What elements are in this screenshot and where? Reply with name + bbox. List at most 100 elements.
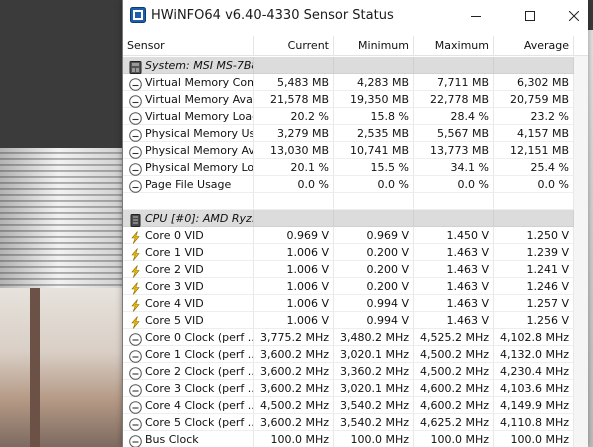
sensor-row[interactable]: Core 2 VID 1.006 V 0.200 V 1.463 V 1.241 V (123, 261, 588, 278)
sensor-row[interactable]: Core 1 VID 1.006 V 0.200 V 1.463 V 1.239 V (123, 244, 588, 261)
cell-maximum: 28.4 % (414, 108, 494, 125)
cell-minimum: 0.200 V (334, 244, 414, 261)
spacer-row (123, 193, 588, 210)
cell-name: Virtual Memory Com... (123, 74, 254, 91)
lightning-icon (129, 246, 142, 261)
cell-maximum: 1.463 V (414, 312, 494, 329)
cell-maximum: 34.1 % (414, 159, 494, 176)
cell-minimum: 2,535 MB (334, 125, 414, 142)
sensor-row[interactable]: Virtual Memory Com...5,483 MB4,283 MB7,7… (123, 74, 588, 91)
sensor-row[interactable]: Core 2 Clock (perf ... 3,600.2 MHz 3,360.2… (123, 363, 588, 380)
maximize-icon (525, 11, 535, 21)
cell-maximum: 4,500.2 MHz (414, 346, 494, 363)
motherboard-icon (129, 59, 142, 74)
cell-name: Physical Memory Av... (123, 142, 254, 159)
clock-gauge-icon (129, 433, 142, 447)
cell-current: 1.006 V (254, 295, 334, 312)
cell-average: 1.257 V (494, 295, 574, 312)
sensor-row[interactable]: Physical Memory Load20.1 %15.5 %34.1 %25… (123, 159, 588, 176)
column-header-maximum[interactable]: Maximum (414, 36, 494, 56)
cell-name: Core 4 VID (123, 295, 254, 312)
cell-average: 4,103.6 MHz (494, 380, 574, 397)
cell-name: System: MSI MS-7B89 (123, 57, 254, 74)
minimize-button[interactable] (453, 0, 499, 32)
cell-minimum: 10,741 MB (334, 142, 414, 159)
sensor-row[interactable]: Core 4 VID 1.006 V 0.994 V 1.463 V 1.257 V (123, 295, 588, 312)
memory-gauge-icon (129, 93, 142, 108)
maximize-button[interactable] (507, 0, 553, 32)
cell-average: 1.241 V (494, 261, 574, 278)
cell-minimum: 0.200 V (334, 278, 414, 295)
clock-gauge-icon (129, 348, 142, 363)
cell-minimum: 0.969 V (334, 227, 414, 244)
memory-gauge-icon (129, 161, 142, 176)
memory-gauge-icon (129, 178, 142, 193)
cell-current: 13,030 MB (254, 142, 334, 159)
cell-maximum: 1.463 V (414, 244, 494, 261)
cell-minimum (334, 210, 414, 227)
cell-minimum: 3,360.2 MHz (334, 363, 414, 380)
cell-current: 5,483 MB (254, 74, 334, 91)
sensor-row[interactable]: Core 5 VID 1.006 V 0.994 V 1.463 V 1.256 V (123, 312, 588, 329)
sensor-group-row[interactable]: CPU [#0]: AMD Ryz... (123, 210, 588, 227)
sensor-row[interactable]: Virtual Memory Avai...21,578 MB19,350 MB… (123, 91, 588, 108)
cell-current: 3,600.2 MHz (254, 346, 334, 363)
sensor-row[interactable]: Core 3 Clock (perf ... 3,600.2 MHz 3,020.1… (123, 380, 588, 397)
sensor-row[interactable]: Bus Clock 100.0 MHz 100.0 MHz 100.0 MHz 100.… (123, 431, 588, 447)
cell-minimum: 0.200 V (334, 261, 414, 278)
close-button[interactable] (551, 0, 588, 32)
cell-average: 4,230.4 MHz (494, 363, 574, 380)
cell-minimum (334, 57, 414, 74)
lightning-icon (129, 314, 142, 329)
sensor-row[interactable]: Core 1 Clock (perf ... 3,600.2 MHz 3,020.1… (123, 346, 588, 363)
cell-average: 4,132.0 MHz (494, 346, 574, 363)
cell-minimum: 15.8 % (334, 108, 414, 125)
cell-minimum: 100.0 MHz (334, 431, 414, 447)
cell-current: 1.006 V (254, 261, 334, 278)
sensor-row[interactable]: Core 4 Clock (perf ... 4,500.2 MHz 3,540.2… (123, 397, 588, 414)
cell-current: 3,775.2 MHz (254, 329, 334, 346)
cell-minimum: 0.994 V (334, 312, 414, 329)
cell-name: Core 0 VID (123, 227, 254, 244)
sensor-row[interactable]: Core 0 Clock (perf ... 3,775.2 MHz 3,480.2… (123, 329, 588, 346)
cell-name: CPU [#0]: AMD Ryz... (123, 210, 254, 227)
cell-maximum: 1.463 V (414, 278, 494, 295)
clock-gauge-icon (129, 399, 142, 414)
column-header-minimum[interactable]: Minimum (334, 36, 414, 56)
cell-minimum: 3,540.2 MHz (334, 414, 414, 431)
cell-current: 0.969 V (254, 227, 334, 244)
cell-current: 0.0 % (254, 176, 334, 193)
cell-current: 3,600.2 MHz (254, 363, 334, 380)
cell-maximum: 100.0 MHz (414, 431, 494, 447)
sensor-row[interactable]: Virtual Memory Load 20.2 % 15.8 % 28.4 % 23.… (123, 108, 588, 125)
sensor-row[interactable]: Core 3 VID 1.006 V 0.200 V 1.463 V 1.246 V (123, 278, 588, 295)
cell-current: 3,600.2 MHz (254, 414, 334, 431)
sensor-row[interactable]: Physical Memory Used3,279 MB2,535 MB5,56… (123, 125, 588, 142)
cell-name: Core 2 VID (123, 261, 254, 278)
sensor-group-row[interactable]: System: MSI MS-7B89 (123, 57, 588, 74)
cell-current: 20.1 % (254, 159, 334, 176)
cell-name: Virtual Memory Load (123, 108, 254, 125)
cell-current: 21,578 MB (254, 91, 334, 108)
title-bar[interactable]: HWiNFO64 v6.40-4330 Sensor Status (123, 0, 588, 32)
column-header-current[interactable]: Current (254, 36, 334, 56)
sensor-row[interactable]: Page File Usage 0.0 % 0.0 % 0.0 % 0.0 % (123, 176, 588, 193)
column-header-sensor[interactable]: Sensor (123, 36, 254, 56)
cell-maximum: 7,711 MB (414, 74, 494, 91)
column-header-average[interactable]: Average (494, 36, 574, 56)
cell-name: Physical Memory Used (123, 125, 254, 142)
sensor-row[interactable]: Physical Memory Av... 13,030 MB 10,741 MB 1… (123, 142, 588, 159)
sensor-row[interactable]: Core 0 VID 0.969 V 0.969 V 1.450 V 1.250 V (123, 227, 588, 244)
vertical-scrollbar[interactable] (574, 56, 588, 447)
outdoor-window (0, 288, 130, 447)
table-header: Sensor Current Minimum Maximum Average (123, 36, 588, 56)
window-title: HWiNFO64 v6.40-4330 Sensor Status (151, 8, 394, 23)
cell-average: 1.239 V (494, 244, 574, 261)
cell-maximum: 1.463 V (414, 295, 494, 312)
sensor-row[interactable]: Core 5 Clock (perf ... 3,600.2 MHz 3,540.2… (123, 414, 588, 431)
clock-gauge-icon (129, 382, 142, 397)
window-frame (30, 288, 40, 447)
cell-name (123, 193, 254, 210)
cell-average: 4,157 MB (494, 125, 574, 142)
memory-gauge-icon (129, 144, 142, 159)
